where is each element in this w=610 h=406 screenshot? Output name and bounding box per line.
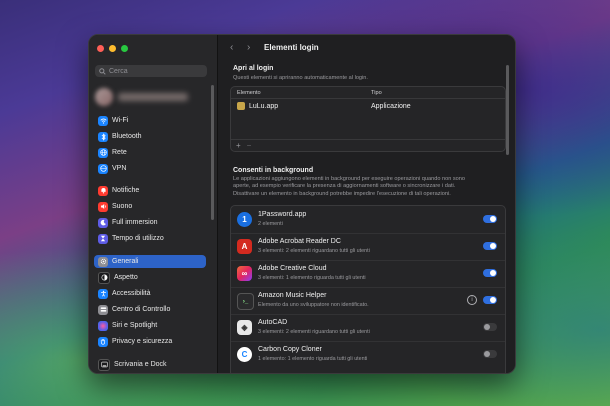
add-login-item-button[interactable]: + <box>236 141 241 150</box>
sidebar-item-suono[interactable]: Suono <box>94 200 206 213</box>
item-detail: 2 elementi <box>258 221 283 227</box>
speaker-icon <box>98 201 108 212</box>
item-detail: 3 elementi: 2 elementi riguardano tutti … <box>258 329 370 335</box>
sidebar-scrollbar[interactable] <box>211 85 214 220</box>
sidebar-item-privacy-e-sicurezza[interactable]: Privacy e sicurezza <box>94 335 206 348</box>
creative-cloud-icon: ∞ <box>237 266 252 281</box>
info-icon[interactable]: i <box>467 295 477 305</box>
sidebar-item-scrivania-e-dock[interactable]: Scrivania e Dock <box>94 358 206 371</box>
background-items-list: 1 1Password.app 2 elementi A Adobe Acrob… <box>230 205 506 373</box>
page-title: Elementi login <box>264 43 319 52</box>
sidebar-item-wifi[interactable]: Wi-Fi <box>94 114 206 127</box>
minimize-button[interactable] <box>109 45 116 52</box>
main-scrollbar[interactable] <box>506 65 509 155</box>
carbon-copy-cloner-icon: C <box>237 347 252 362</box>
sidebar-item-centro-di-controllo[interactable]: Centro di Controllo <box>94 303 206 316</box>
main-pane: ‹ › Elementi login Apri al login Questi … <box>218 35 515 373</box>
system-settings-window: Cerca Wi-Fi Bluetooth Rete VPN Notifiche… <box>88 34 516 374</box>
toolbar: ‹ › Elementi login <box>218 35 515 61</box>
item-detail: 1 elemento: 1 elemento riguarda tutti gl… <box>258 356 368 362</box>
sidebar-item-rete[interactable]: Rete <box>94 146 206 159</box>
table-footer: + − <box>231 139 505 151</box>
item-name: Adobe Acrobat Reader DC <box>258 238 341 245</box>
item-name: Adobe Creative Cloud <box>258 265 327 272</box>
avatar <box>95 88 113 106</box>
search-icon <box>99 67 106 75</box>
item-detail: 3 elementi: 2 elementi riguardano tutti … <box>258 248 370 254</box>
list-item[interactable]: ◈ AutoCAD 3 elementi: 2 elementi riguard… <box>231 314 505 342</box>
login-section-title: Apri al login <box>233 65 274 72</box>
close-button[interactable] <box>97 45 104 52</box>
item-name: AutoCAD <box>258 319 288 326</box>
siri-icon <box>98 320 108 331</box>
login-section-subtitle: Questi elementi si apriranno automaticam… <box>233 75 368 81</box>
onepassword-icon: 1 <box>237 212 252 227</box>
search-placeholder: Cerca <box>109 67 128 75</box>
sidebar-item-notifiche[interactable]: Notifiche <box>94 184 206 197</box>
sidebar-item-vpn[interactable]: VPN <box>94 162 206 175</box>
background-section-description: Le applicazioni aggiungono elementi in b… <box>233 176 466 197</box>
forward-button[interactable]: › <box>247 42 250 53</box>
sidebar-item-generali[interactable]: Generali <box>94 255 206 268</box>
sidebar-item-full-immersion[interactable]: Full immersion <box>94 216 206 229</box>
sidebar-item-bluetooth[interactable]: Bluetooth <box>94 130 206 143</box>
back-button[interactable]: ‹ <box>230 42 233 53</box>
hourglass-icon <box>98 233 108 244</box>
autocad-icon: ◈ <box>237 320 252 335</box>
list-item[interactable]: ∞ Adobe Creative Cloud 3 elementi: 1 ele… <box>231 260 505 288</box>
list-item[interactable]: 1 1Password.app 2 elementi <box>231 206 505 234</box>
wifi-icon <box>98 115 108 126</box>
bluetooth-icon <box>98 131 108 142</box>
zoom-button[interactable] <box>121 45 128 52</box>
login-item-name: LuLu.app <box>249 102 279 110</box>
sidebar-item-accessibilita[interactable]: Accessibilità <box>94 287 206 300</box>
appearance-icon <box>98 271 110 284</box>
toggle-amazon-music-helper[interactable] <box>483 296 497 304</box>
account-name-blurred <box>118 93 188 101</box>
acrobat-icon: A <box>237 239 252 254</box>
accessibility-icon <box>98 288 108 299</box>
item-name: Carbon Copy Cloner <box>258 346 322 353</box>
toggle-1password[interactable] <box>483 215 497 223</box>
list-item[interactable]: ›_ Amazon Music Helper Elemento da uno s… <box>231 287 505 315</box>
remove-login-item-button[interactable]: − <box>247 141 252 150</box>
sidebar-item-siri-e-spotlight[interactable]: Siri e Spotlight <box>94 319 206 332</box>
sidebar: Cerca Wi-Fi Bluetooth Rete VPN Notifiche… <box>89 35 218 373</box>
gear-icon <box>98 256 108 267</box>
control-center-icon <box>98 304 108 315</box>
vpn-icon <box>98 163 108 174</box>
item-name: Amazon Music Helper <box>258 292 327 299</box>
moon-icon <box>98 217 108 228</box>
item-name: 1Password.app <box>258 211 307 218</box>
column-header-elemento[interactable]: Elemento <box>237 90 371 96</box>
toggle-carbon-copy-cloner[interactable] <box>483 350 497 358</box>
list-item[interactable]: C Carbon Copy Cloner 1 elemento: 1 eleme… <box>231 341 505 368</box>
table-row[interactable]: LuLu.app Applicazione <box>231 99 505 113</box>
window-controls <box>97 45 128 52</box>
table-header: Elemento Tipo <box>231 87 505 99</box>
list-item[interactable]: A Adobe Acrobat Reader DC 3 elementi: 2 … <box>231 233 505 261</box>
sidebar-item-tempo-di-utilizzo[interactable]: Tempo di utilizzo <box>94 232 206 245</box>
login-items-table: Elemento Tipo LuLu.app Applicazione + − <box>230 86 506 152</box>
account-item[interactable] <box>95 87 205 107</box>
hand-icon <box>98 336 108 347</box>
login-item-type: Applicazione <box>371 102 411 110</box>
sidebar-item-aspetto[interactable]: Aspetto <box>94 271 206 284</box>
terminal-icon: ›_ <box>237 293 254 310</box>
item-detail: Elemento da uno sviluppatore non identif… <box>258 302 369 308</box>
toggle-creative-cloud[interactable] <box>483 269 497 277</box>
dock-icon <box>98 358 110 371</box>
toggle-autocad[interactable] <box>483 323 497 331</box>
search-input[interactable]: Cerca <box>95 65 207 77</box>
item-detail: 3 elementi: 1 elemento riguarda tutti gl… <box>258 275 366 281</box>
column-header-tipo[interactable]: Tipo <box>371 90 382 96</box>
bell-icon <box>98 185 108 196</box>
lulu-app-icon <box>237 102 245 110</box>
globe-icon <box>98 147 108 158</box>
toggle-adobe-acrobat[interactable] <box>483 242 497 250</box>
background-section-title: Consenti in background <box>233 167 314 174</box>
